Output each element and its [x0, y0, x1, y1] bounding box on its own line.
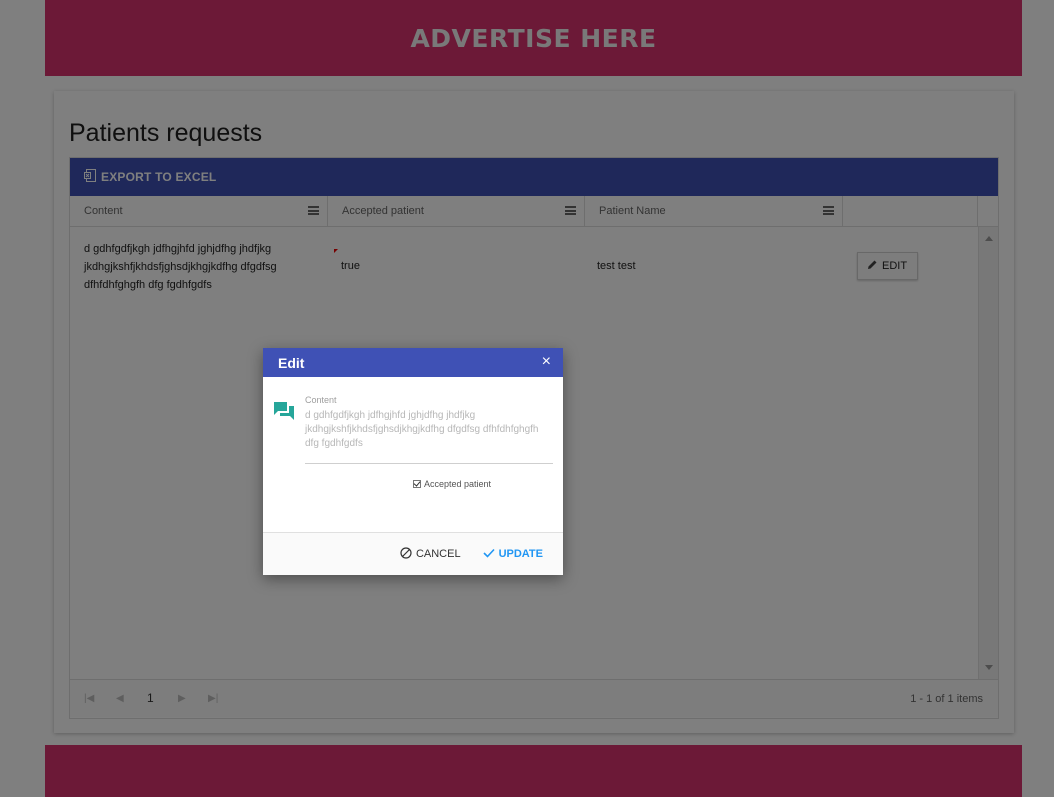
accepted-patient-checkbox[interactable]: Accepted patient [413, 479, 491, 489]
dialog-header: Edit × [263, 348, 563, 377]
content-field[interactable]: d gdhfgdfjkgh jdfhgjhfd jghjdfhg jhdfjkg… [305, 409, 553, 464]
close-icon[interactable]: × [542, 353, 551, 371]
update-button[interactable]: UPDATE [483, 548, 543, 561]
dialog-body: Content d gdhfgdfjkgh jdfhgjhfd jghjdfhg… [263, 377, 563, 532]
chat-icon [273, 401, 295, 426]
cancel-circle-icon [400, 546, 412, 562]
dialog-footer: CANCEL UPDATE [263, 532, 563, 575]
checkbox-checked-icon[interactable] [413, 480, 421, 488]
cancel-label: CANCEL [415, 548, 461, 560]
accepted-patient-label: Accepted patient [424, 479, 492, 489]
dialog-title: Edit [278, 354, 305, 371]
content-field-label: Content [305, 395, 337, 405]
check-icon [483, 548, 495, 561]
cancel-button[interactable]: CANCEL [400, 546, 461, 562]
update-label: UPDATE [498, 548, 543, 560]
edit-dialog: Edit × Content d gdhfgdfjkgh jdfhgjhfd j… [263, 348, 563, 575]
